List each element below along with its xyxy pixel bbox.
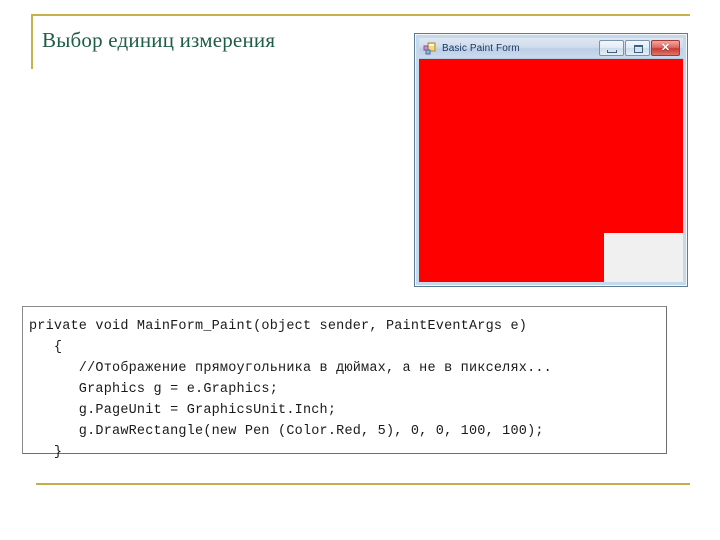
code-line: g.DrawRectangle(new Pen (Color.Red, 5), … xyxy=(29,424,544,439)
slide: Выбор единиц измерения Basic Paint Form xyxy=(0,0,720,540)
window-frame: Basic Paint Form ✕ xyxy=(416,35,686,285)
basic-paint-form-window: Basic Paint Form ✕ xyxy=(414,33,688,287)
footer-rule xyxy=(36,483,690,485)
close-button[interactable]: ✕ xyxy=(651,40,680,56)
code-line: //Отображение прямоугольника в дюймах, а… xyxy=(29,361,552,376)
unpainted-corner-region xyxy=(604,233,683,282)
code-line: g.PageUnit = GraphicsUnit.Inch; xyxy=(29,403,337,418)
title-rule-left xyxy=(31,14,33,69)
window-title-text: Basic Paint Form xyxy=(442,42,520,54)
code-line: { xyxy=(29,340,63,355)
minimize-icon xyxy=(607,50,617,53)
code-block: private void MainForm_Paint(object sende… xyxy=(22,306,667,460)
code-line: } xyxy=(29,445,63,460)
window-controls: ✕ xyxy=(599,40,680,56)
close-icon: ✕ xyxy=(660,42,671,54)
window-titlebar: Basic Paint Form ✕ xyxy=(419,38,683,59)
page-title: Выбор единиц измерения xyxy=(42,28,276,52)
code-line: Graphics g = e.Graphics; xyxy=(29,382,279,397)
code-line: private void MainForm_Paint(object sende… xyxy=(29,319,528,334)
form-client-area xyxy=(419,59,683,282)
minimize-button[interactable] xyxy=(599,40,624,56)
maximize-button[interactable] xyxy=(625,40,650,56)
form-designer-icon xyxy=(423,41,437,55)
title-rule-top xyxy=(31,14,690,16)
maximize-icon xyxy=(634,45,643,53)
